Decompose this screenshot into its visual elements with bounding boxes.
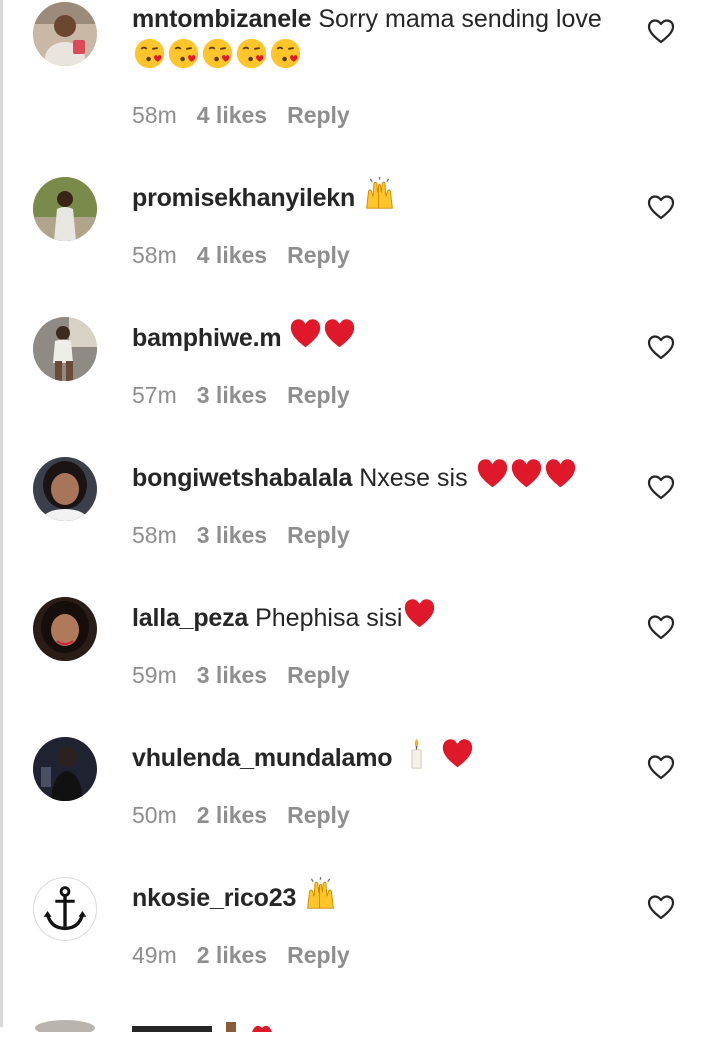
avatar[interactable] xyxy=(33,177,97,241)
comment-text: bongiwetshabalala Nxese sis xyxy=(132,457,612,496)
comment-likes[interactable]: 3 likes xyxy=(197,662,267,688)
comment-body: Sorry mama sending love xyxy=(318,5,602,33)
comment-text: mntombizanele Sorry mama sending love xyxy=(132,1,612,76)
like-heart-icon[interactable] xyxy=(647,614,675,640)
kissing-heart-icon xyxy=(236,38,267,69)
reply-button[interactable]: Reply xyxy=(287,242,350,268)
comment-username[interactable]: bongiwetshabalala xyxy=(132,464,352,492)
comment-time: 58m xyxy=(132,102,177,128)
comment-likes[interactable]: 3 likes xyxy=(197,382,267,408)
red-heart-icon xyxy=(545,459,575,488)
like-heart-icon[interactable] xyxy=(647,18,675,44)
reply-button[interactable]: Reply xyxy=(287,382,350,408)
candle-icon xyxy=(411,738,422,769)
red-heart-icon xyxy=(443,739,473,768)
comment-username[interactable]: nkosie_rico23 xyxy=(132,884,296,912)
comment-item: bamphiwe.m 57m 3 likes Reply xyxy=(0,280,720,420)
red-heart-icon xyxy=(511,459,541,488)
comment-text: nkosie_rico23 xyxy=(132,877,612,916)
reply-button[interactable]: Reply xyxy=(287,942,350,968)
avatar[interactable] xyxy=(33,877,97,941)
raised-hands-icon xyxy=(366,177,393,209)
avatar[interactable] xyxy=(33,737,97,801)
comment-item: vhulenda_mundalamo 50m 2 likes Reply xyxy=(0,700,720,840)
kissing-heart-icon xyxy=(270,38,301,69)
comment-meta: 50m 2 likes Reply xyxy=(132,800,350,830)
red-heart-icon xyxy=(405,599,435,628)
reply-button[interactable]: Reply xyxy=(287,522,350,548)
comment-text: promisekhanyilekn xyxy=(132,177,612,216)
avatar[interactable] xyxy=(33,457,97,521)
comment-body: Phephisa sisi xyxy=(255,604,403,632)
comment-item: promisekhanyilekn 58m 4 likes Reply xyxy=(0,140,720,280)
like-heart-icon[interactable] xyxy=(647,894,675,920)
comment-meta: 59m 3 likes Reply xyxy=(132,660,350,690)
raised-hands-icon xyxy=(307,877,334,909)
kissing-heart-icon xyxy=(134,38,165,69)
comment-item: nkosie_rico23 49m 2 likes Reply xyxy=(0,840,720,980)
comment-text: vhulenda_mundalamo xyxy=(132,737,612,776)
kissing-heart-icon xyxy=(168,38,199,69)
reply-button[interactable]: Reply xyxy=(287,102,350,128)
red-heart-icon xyxy=(291,319,321,348)
comment-text: bamphiwe.m xyxy=(132,317,612,356)
comment-time: 57m xyxy=(132,382,177,408)
comment-username[interactable]: lalla_peza xyxy=(132,604,248,632)
comment-meta: 58m 4 likes Reply xyxy=(132,100,350,130)
reply-button[interactable]: Reply xyxy=(287,802,350,828)
comment-likes[interactable]: 2 likes xyxy=(197,802,267,828)
comment-time: 58m xyxy=(132,522,177,548)
avatar[interactable] xyxy=(33,597,97,661)
comment-username[interactable]: vhulenda_mundalamo xyxy=(132,744,393,772)
reply-button[interactable]: Reply xyxy=(287,662,350,688)
comment-username[interactable]: promisekhanyilekn xyxy=(132,184,355,212)
comment-likes[interactable]: 4 likes xyxy=(197,102,267,128)
comment-meta: 57m 3 likes Reply xyxy=(132,380,350,410)
comment-likes[interactable]: 2 likes xyxy=(197,942,267,968)
like-heart-icon[interactable] xyxy=(647,474,675,500)
comment-time: 58m xyxy=(132,242,177,268)
anchor-icon xyxy=(43,886,87,931)
comment-meta: 58m 4 likes Reply xyxy=(132,240,350,270)
comment-meta: 49m 2 likes Reply xyxy=(132,940,350,970)
like-heart-icon[interactable] xyxy=(647,194,675,220)
comment-body: Nxese sis xyxy=(359,464,468,492)
comment-meta: 58m 3 likes Reply xyxy=(132,520,350,550)
comment-time: 59m xyxy=(132,662,177,688)
comment-username[interactable]: bamphiwe.m xyxy=(132,324,282,352)
comment-time: 50m xyxy=(132,802,177,828)
comment-item: lalla_peza Phephisa sisi 59m 3 likes Reply xyxy=(0,560,720,700)
comment-username[interactable]: mntombizanele xyxy=(132,5,312,33)
comment-item: mntombizanele Sorry mama sending love 58… xyxy=(0,0,720,140)
avatar[interactable] xyxy=(33,317,97,381)
comment-likes[interactable]: 3 likes xyxy=(197,522,267,548)
kissing-heart-icon xyxy=(202,38,233,69)
comment-text: lalla_peza Phephisa sisi xyxy=(132,597,612,636)
avatar[interactable] xyxy=(33,2,97,66)
like-heart-icon[interactable] xyxy=(647,334,675,360)
red-heart-icon xyxy=(325,319,355,348)
comment-likes[interactable]: 4 likes xyxy=(197,242,267,268)
comment-item: bongiwetshabalala Nxese sis 58m 3 likes Re… xyxy=(0,420,720,560)
like-heart-icon[interactable] xyxy=(647,754,675,780)
comment-time: 49m xyxy=(132,942,177,968)
red-heart-icon xyxy=(477,459,507,488)
partial-comment-item xyxy=(0,1012,720,1036)
